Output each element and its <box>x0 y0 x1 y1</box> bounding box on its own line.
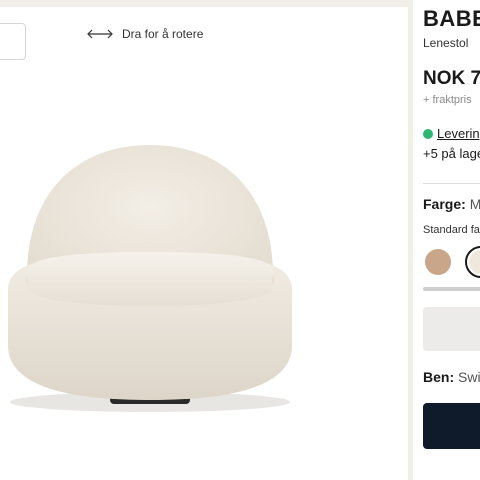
color-value: M <box>469 196 480 212</box>
thumbnail-button[interactable] <box>0 23 26 60</box>
leg-label: Ben: <box>423 369 455 385</box>
delivery-link[interactable]: Levering <box>437 126 480 141</box>
product-panel: BABE Lenestol NOK 7 + fraktpris Levering… <box>413 0 480 480</box>
stock-count: +5 på lage <box>423 146 480 161</box>
in-stock-dot-icon <box>423 128 433 139</box>
leg-selection: Ben: Swi <box>423 369 480 385</box>
product-title: BABE <box>423 6 480 31</box>
horizontal-arrows-icon <box>87 29 113 39</box>
color-label: Farge: <box>423 196 466 212</box>
color-swatch-beige[interactable] <box>425 249 451 275</box>
product-price: NOK 7 <box>423 68 480 89</box>
rotate-hint-label: Dra for å rotere <box>122 27 204 41</box>
standard-fabric-label: Standard fa <box>423 224 480 236</box>
stock-status[interactable]: Levering <box>423 126 480 141</box>
swatch-scrollbar[interactable] <box>423 287 480 291</box>
add-to-cart-button[interactable] <box>423 403 480 449</box>
section-divider <box>423 183 480 184</box>
product-viewer[interactable]: Dra for å rotere <box>0 0 408 480</box>
armchair-image[interactable] <box>0 130 300 415</box>
viewer-top-border <box>0 0 408 7</box>
leg-value: Swi <box>458 369 480 385</box>
option-selector[interactable] <box>423 307 480 351</box>
freight-note: + fraktpris <box>423 94 472 106</box>
color-selection: Farge: M <box>423 196 480 212</box>
rotate-hint: Dra for å rotere <box>86 27 203 41</box>
product-subtitle: Lenestol <box>423 36 469 50</box>
